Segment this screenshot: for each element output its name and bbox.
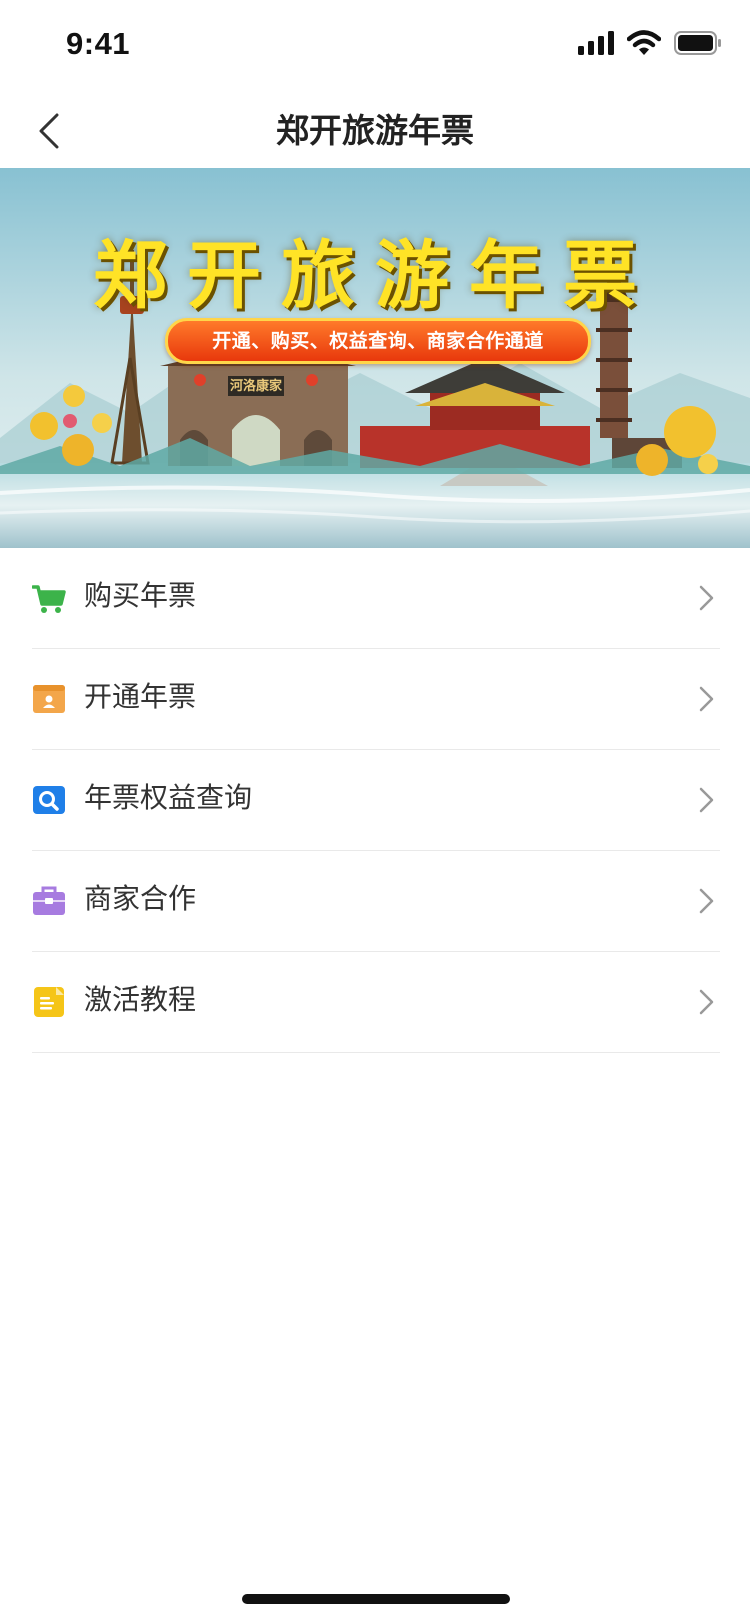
menu-item-label: 开通年票 [84,680,197,713]
battery-icon [674,31,721,55]
navigation-bar: 郑开旅游年票 [0,92,750,168]
chevron-right-icon [699,585,714,611]
menu-item-activate-ticket[interactable]: 开通年票 [32,649,720,750]
banner-title: 郑开旅游年票 [93,233,657,319]
page-title: 郑开旅游年票 [276,111,474,150]
chevron-right-icon [699,787,714,813]
screen: 9:41 郑开旅游年票 河洛康家 郑开旅游年票 开通、购买、权益查询、商家合作通… [0,0,750,1624]
status-time: 9:41 [66,26,131,61]
home-indicator[interactable] [242,1594,510,1604]
menu-item-benefits-query[interactable]: 年票权益查询 [32,750,720,851]
menu-list: 购买年票 开通年票 年票权益查询 商家合作 激活教程 [32,548,720,1053]
wifi-icon [626,30,661,55]
document-icon [34,987,64,1017]
menu-item-buy-ticket[interactable]: 购买年票 [32,548,720,649]
id-card-icon [33,685,65,713]
menu-item-label: 购买年票 [84,579,197,612]
chevron-right-icon [699,989,714,1015]
menu-item-label: 激活教程 [84,983,197,1016]
search-icon [33,786,65,814]
briefcase-icon [33,886,65,915]
chevron-right-icon [699,888,714,914]
banner-subtitle: 开通、购买、权益查询、商家合作通道 [165,318,591,364]
shopping-cart-icon [32,585,66,613]
menu-item-activation-tutorial[interactable]: 激活教程 [32,952,720,1053]
cellular-signal-icon [577,31,614,55]
menu-item-label: 商家合作 [84,882,197,915]
status-bar: 9:41 [0,0,750,92]
gate-plaque: 河洛康家 [230,378,283,394]
chevron-right-icon [699,686,714,712]
menu-item-merchant-cooperation[interactable]: 商家合作 [32,851,720,952]
banner[interactable]: 河洛康家 郑开旅游年票 开通、购买、权益查询、商家合作通道 [0,168,750,548]
menu-item-label: 年票权益查询 [84,781,253,814]
status-icons [577,30,722,62]
